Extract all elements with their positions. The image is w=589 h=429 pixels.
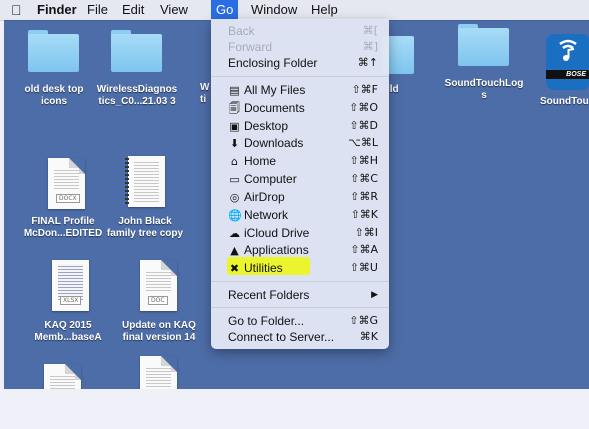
docx-file-icon[interactable]: DOCX — [48, 158, 85, 209]
submenu-arrow-icon: ▶ — [371, 290, 378, 300]
doc-file-icon[interactable]: DOC — [140, 260, 177, 311]
applications-icon: ▲ — [230, 244, 239, 257]
file-label[interactable]: John Black family tree copy — [96, 216, 194, 240]
shortcut-airdrop: ⇧⌘R — [350, 190, 378, 203]
airdrop-icon: ◎ — [229, 191, 240, 204]
shortcut-applications: ⇧⌘A — [350, 243, 378, 256]
shortcut-downloads: ⌥⌘L — [348, 136, 378, 149]
menu-item-airdrop[interactable]: ◎ AirDrop — [228, 190, 285, 205]
downloads-icon: ⬇ — [229, 137, 240, 150]
menu-help[interactable]: Help — [311, 0, 338, 20]
menu-item-downloads[interactable]: ⬇ Downloads — [228, 136, 303, 151]
menu-file[interactable]: File — [87, 0, 108, 20]
menu-go[interactable]: Go — [211, 0, 239, 20]
menu-item-home[interactable]: ⌂ Home — [228, 154, 276, 169]
cloud-icon: ☁ — [229, 227, 240, 240]
shortcut-forward: ⌘] — [362, 40, 378, 53]
menu-finder[interactable]: Finder — [37, 0, 77, 20]
menu-item-computer[interactable]: ▭ Computer — [228, 172, 296, 187]
shortcut-computer: ⇧⌘C — [350, 172, 378, 185]
menu-item-go-to-folder[interactable]: Go to Folder... — [228, 314, 304, 328]
music-note-icon — [559, 39, 577, 61]
notebook-file-icon[interactable] — [125, 156, 165, 207]
shortcut-icloud-drive: ⇧⌘I — [354, 226, 378, 239]
utilities-icon: ✖ — [229, 262, 240, 275]
partial-label: W ti — [200, 82, 210, 105]
shortcut-home: ⇧⌘H — [349, 154, 379, 167]
documents-icon: 🗐 — [229, 102, 240, 115]
folder-label[interactable]: WirelessDiagnos tics_C0...21.03 3 — [88, 84, 186, 108]
folder-icon[interactable] — [28, 30, 79, 72]
menu-separator — [211, 76, 389, 77]
all-files-icon: ▤ — [229, 84, 240, 97]
brand-label: BOSE — [566, 71, 586, 78]
folder-icon[interactable] — [458, 24, 509, 66]
menu-item-network[interactable]: 🌐 Network — [228, 208, 288, 223]
shortcut-documents: ⇧⌘O — [349, 101, 378, 114]
menu-item-icloud-drive[interactable]: ☁ iCloud Drive — [228, 226, 309, 241]
menu-item-utilities[interactable]: ✖ Utilities — [228, 261, 283, 276]
folder-label[interactable]: SoundTouchLog s — [434, 78, 534, 102]
shortcut-all-my-files: ⇧⌘F — [351, 83, 378, 96]
home-icon: ⌂ — [231, 155, 238, 168]
bose-app-icon[interactable]: BOSE — [546, 34, 589, 90]
computer-icon: ▭ — [229, 173, 240, 186]
menu-view[interactable]: View — [160, 0, 188, 20]
file-type-badge: DOCX — [56, 194, 80, 203]
shortcut-connect-to-server: ⌘K — [359, 330, 378, 343]
xlsx-file-icon[interactable]: XLSX — [52, 260, 89, 311]
menu-item-connect-to-server[interactable]: Connect to Server... — [228, 330, 334, 344]
menu-item-applications[interactable]: ▲ Applications — [228, 243, 308, 258]
shortcut-enclosing-folder: ⌘↑ — [357, 56, 378, 69]
file-type-badge: DOC — [148, 296, 168, 305]
doc-file-icon[interactable] — [44, 364, 81, 389]
file-label[interactable]: KAQ 2015 Memb...baseA — [20, 320, 116, 344]
folder-label[interactable]: old desk top icons — [8, 84, 100, 108]
menu-item-recent-folders[interactable]: Recent Folders — [228, 288, 309, 302]
app-label[interactable]: SoundTou — [540, 96, 589, 108]
shortcut-desktop: ⇧⌘D — [349, 119, 378, 132]
shortcut-go-to-folder: ⇧⌘G — [349, 314, 378, 327]
folder-icon[interactable] — [111, 30, 162, 72]
menu-item-forward[interactable]: Forward — [228, 40, 272, 54]
menu-separator — [211, 307, 389, 308]
menu-item-desktop[interactable]: ▣ Desktop — [228, 119, 288, 134]
menu-bar:  Finder File Edit View Go Window Help — [0, 0, 589, 20]
shortcut-network: ⇧⌘K — [350, 208, 378, 221]
go-menu: Back ⌘[ Forward ⌘] Enclosing Folder ⌘↑ ▤… — [211, 19, 389, 349]
menu-separator — [211, 281, 389, 282]
menu-edit[interactable]: Edit — [122, 0, 144, 20]
file-type-badge: XLSX — [60, 296, 82, 305]
doc-file-icon[interactable] — [140, 356, 177, 389]
desktop-icon: ▣ — [229, 120, 240, 133]
shortcut-utilities: ⇧⌘U — [349, 261, 378, 274]
file-label[interactable]: Update on KAQ final version 14 — [110, 320, 208, 344]
menu-item-back[interactable]: Back — [228, 24, 255, 38]
menu-item-documents[interactable]: 🗐 Documents — [228, 101, 305, 116]
menu-item-all-my-files[interactable]: ▤ All My Files — [228, 83, 305, 98]
apple-icon[interactable]:  — [11, 0, 22, 20]
menu-item-enclosing-folder[interactable]: Enclosing Folder — [228, 56, 317, 70]
menu-window[interactable]: Window — [251, 0, 297, 20]
partial-label: ild — [387, 84, 399, 95]
network-icon: 🌐 — [228, 209, 242, 222]
shortcut-back: ⌘[ — [362, 24, 378, 37]
